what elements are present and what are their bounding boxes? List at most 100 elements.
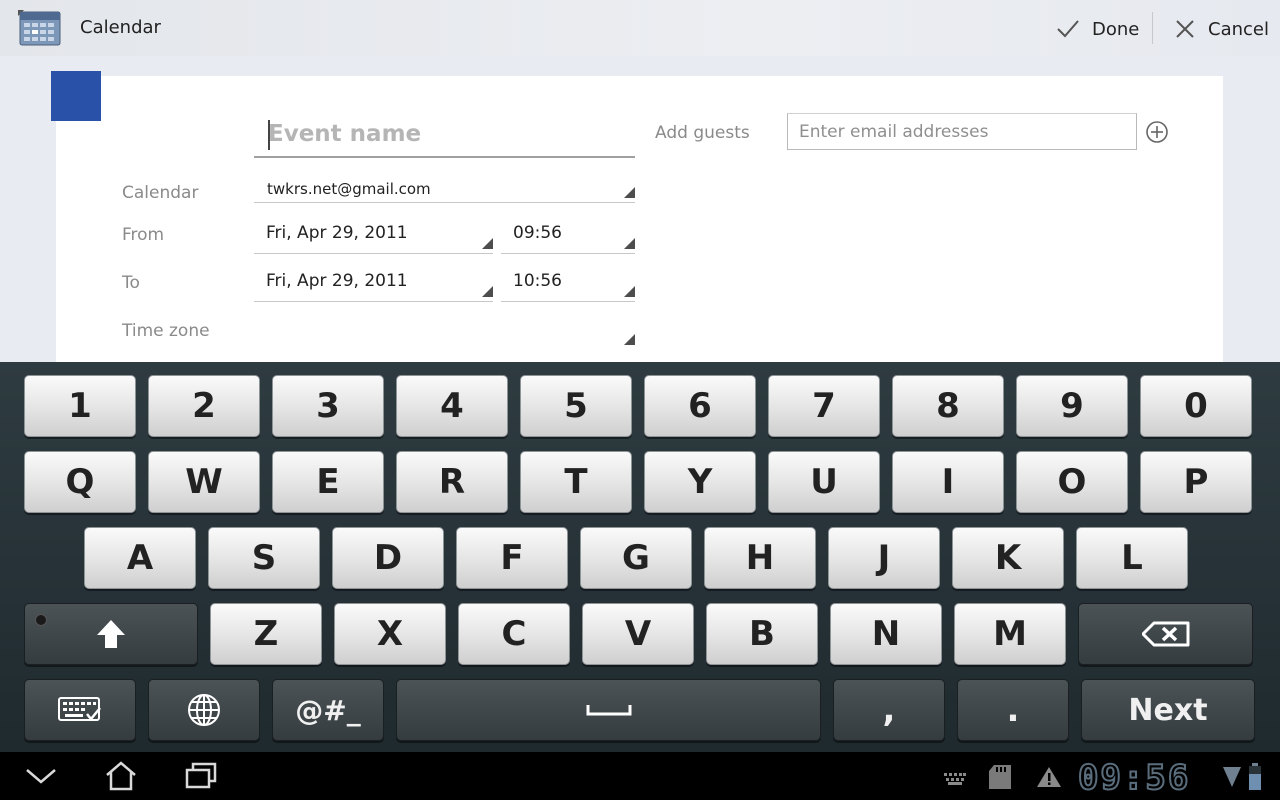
caps-lock-indicator xyxy=(35,614,47,626)
battery-icon xyxy=(1248,763,1262,795)
dropdown-arrow-icon xyxy=(624,187,635,198)
to-label: To xyxy=(122,273,140,293)
key-r[interactable]: R xyxy=(396,451,508,513)
key-t[interactable]: T xyxy=(520,451,632,513)
key-0[interactable]: 0 xyxy=(1140,375,1252,437)
language-key[interactable] xyxy=(148,679,260,741)
key-d[interactable]: D xyxy=(332,527,444,589)
timezone-select[interactable] xyxy=(254,318,635,349)
action-divider xyxy=(1152,12,1153,44)
check-icon xyxy=(1057,20,1079,38)
key-a[interactable]: A xyxy=(84,527,196,589)
calendar-icon[interactable] xyxy=(18,10,62,46)
dropdown-arrow-icon xyxy=(482,286,493,297)
action-bar: Calendar Done Cancel xyxy=(0,0,1280,56)
from-label: From xyxy=(122,225,165,245)
to-date-value: Fri, Apr 29, 2011 xyxy=(266,271,408,291)
key-q[interactable]: Q xyxy=(24,451,136,513)
comma-key[interactable]: , xyxy=(833,679,945,741)
to-time-value: 10:56 xyxy=(513,271,562,291)
globe-icon xyxy=(188,694,220,726)
recent-apps-icon[interactable] xyxy=(184,762,218,794)
keyboard-settings-icon xyxy=(58,697,101,721)
key-c[interactable]: C xyxy=(458,603,570,665)
shift-key[interactable] xyxy=(24,603,198,665)
guests-label: Add guests xyxy=(655,123,750,143)
event-name-placeholder: Event name xyxy=(268,121,422,147)
add-circle-icon xyxy=(1146,121,1168,143)
key-m[interactable]: M xyxy=(954,603,1066,665)
backspace-icon xyxy=(1141,621,1189,647)
dropdown-arrow-icon xyxy=(624,334,635,345)
key-p[interactable]: P xyxy=(1140,451,1252,513)
key-2[interactable]: 2 xyxy=(148,375,260,437)
key-v[interactable]: V xyxy=(582,603,694,665)
add-guest-button[interactable] xyxy=(1145,120,1169,144)
calendar-color-swatch xyxy=(51,71,101,121)
warning-icon xyxy=(1036,766,1062,792)
calendar-label: Calendar xyxy=(122,183,199,203)
dropdown-arrow-icon xyxy=(482,238,493,249)
key-1[interactable]: 1 xyxy=(24,375,136,437)
timezone-label: Time zone xyxy=(122,321,210,341)
key-e[interactable]: E xyxy=(272,451,384,513)
key-l[interactable]: L xyxy=(1076,527,1188,589)
keyboard-status-icon xyxy=(944,770,966,789)
key-8[interactable]: 8 xyxy=(892,375,1004,437)
key-j[interactable]: J xyxy=(828,527,940,589)
key-b[interactable]: B xyxy=(706,603,818,665)
cancel-label: Cancel xyxy=(1208,18,1269,40)
sd-card-icon xyxy=(988,764,1012,794)
space-icon xyxy=(586,705,631,716)
space-key[interactable] xyxy=(396,679,821,741)
back-icon[interactable] xyxy=(24,766,58,790)
app-title: Calendar xyxy=(80,17,161,38)
key-x[interactable]: X xyxy=(334,603,446,665)
system-bar: 09:56 xyxy=(0,752,1280,800)
calendar-value: twkrs.net@gmail.com xyxy=(267,180,431,198)
soft-keyboard: 1 2 3 4 5 6 7 8 9 0 Q W E R T Y U I O P … xyxy=(0,362,1280,752)
key-s[interactable]: S xyxy=(208,527,320,589)
to-time-select[interactable]: 10:56 xyxy=(501,271,635,302)
keyboard-settings-key[interactable] xyxy=(24,679,136,741)
dropdown-arrow-icon xyxy=(624,238,635,249)
from-time-select[interactable]: 09:56 xyxy=(501,223,635,254)
key-o[interactable]: O xyxy=(1016,451,1128,513)
key-3[interactable]: 3 xyxy=(272,375,384,437)
key-6[interactable]: 6 xyxy=(644,375,756,437)
key-h[interactable]: H xyxy=(704,527,816,589)
wifi-icon xyxy=(1222,766,1242,792)
key-9[interactable]: 9 xyxy=(1016,375,1128,437)
symbols-key[interactable]: @#_ xyxy=(272,679,384,741)
guests-input[interactable]: Enter email addresses xyxy=(787,113,1137,150)
key-i[interactable]: I xyxy=(892,451,1004,513)
key-k[interactable]: K xyxy=(952,527,1064,589)
key-f[interactable]: F xyxy=(456,527,568,589)
shift-icon xyxy=(97,620,125,648)
from-date-value: Fri, Apr 29, 2011 xyxy=(266,223,408,243)
status-clock: 09:56 xyxy=(1077,757,1191,799)
dropdown-arrow-icon xyxy=(624,286,635,297)
key-y[interactable]: Y xyxy=(644,451,756,513)
from-date-select[interactable]: Fri, Apr 29, 2011 xyxy=(254,223,493,254)
event-name-input[interactable]: Event name xyxy=(254,116,635,158)
text-cursor xyxy=(268,120,270,150)
done-button[interactable]: Done xyxy=(1056,14,1139,44)
home-icon[interactable] xyxy=(104,760,138,796)
key-n[interactable]: N xyxy=(830,603,942,665)
key-g[interactable]: G xyxy=(580,527,692,589)
from-time-value: 09:56 xyxy=(513,223,562,243)
calendar-select[interactable]: twkrs.net@gmail.com xyxy=(254,178,635,203)
cancel-button[interactable]: Cancel xyxy=(1174,14,1269,44)
key-7[interactable]: 7 xyxy=(768,375,880,437)
next-key[interactable]: Next xyxy=(1081,679,1255,741)
to-date-select[interactable]: Fri, Apr 29, 2011 xyxy=(254,271,493,302)
period-key[interactable]: . xyxy=(957,679,1069,741)
key-u[interactable]: U xyxy=(768,451,880,513)
key-w[interactable]: W xyxy=(148,451,260,513)
done-label: Done xyxy=(1092,18,1140,40)
key-5[interactable]: 5 xyxy=(520,375,632,437)
key-4[interactable]: 4 xyxy=(396,375,508,437)
key-z[interactable]: Z xyxy=(210,603,322,665)
backspace-key[interactable] xyxy=(1078,603,1253,665)
